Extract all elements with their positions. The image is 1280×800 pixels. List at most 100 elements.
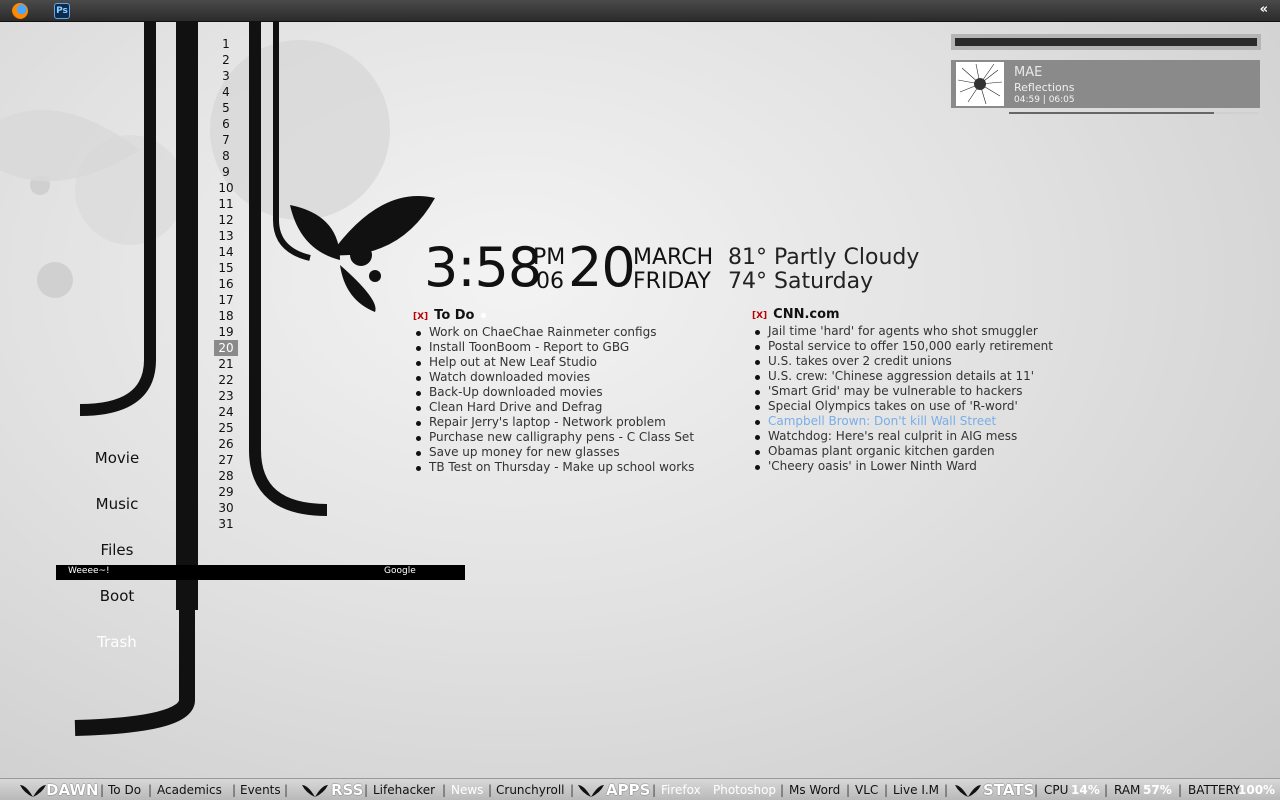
dawn-label[interactable]: DAWN [46,779,99,800]
separator: | [944,783,949,797]
calendar-day[interactable]: 27 [214,452,238,468]
todo-item[interactable]: Work on ChaeChae Rainmeter configs [413,325,694,340]
calendar-day[interactable]: 19 [214,324,238,340]
music-progress-bar[interactable] [1009,112,1259,114]
bottom-link-todo[interactable]: To Do [108,779,141,800]
calendar-day[interactable]: 12 [214,212,238,228]
separator: | [284,783,289,797]
launcher-files[interactable]: Files [80,541,154,559]
bottom-link-vlc[interactable]: VLC [855,779,878,800]
calendar-day[interactable]: 4 [214,84,238,100]
bottom-link-firefox[interactable]: Firefox [661,779,701,800]
calendar-day[interactable]: 15 [214,260,238,276]
news-widget: [X] CNN.com Jail time 'hard' for agents w… [752,306,1053,474]
photoshop-icon[interactable]: Ps [54,3,70,19]
calendar-day[interactable]: 25 [214,420,238,436]
calendar-day[interactable]: 11 [214,196,238,212]
music-volume-bar[interactable] [951,34,1261,50]
weather-tomorrow: 74° Saturday [728,270,873,294]
album-art [956,62,1004,106]
news-item[interactable]: 'Smart Grid' may be vulnerable to hacker… [752,384,1053,399]
ram-value: 57% [1143,783,1172,797]
news-list: Jail time 'hard' for agents who shot smu… [752,324,1053,474]
news-item[interactable]: Watchdog: Here's real culprit in AIG mes… [752,429,1053,444]
calendar-day[interactable]: 9 [214,164,238,180]
weather-tomorrow-temp: 74° [728,269,767,294]
apps-label[interactable]: APPS [606,779,650,800]
clock-time: 3:58 [424,236,542,299]
calendar-day[interactable]: 16 [214,276,238,292]
todo-item[interactable]: Watch downloaded movies [413,370,694,385]
launcher-trash[interactable]: Trash [80,633,154,651]
todo-item[interactable]: Back-Up downloaded movies [413,385,694,400]
battery-label: BATTERY [1188,783,1241,797]
separator: | [884,783,889,797]
calendar-day[interactable]: 29 [214,484,238,500]
bottom-link-lifehacker[interactable]: Lifehacker [373,779,435,800]
news-item[interactable]: 'Cheery oasis' in Lower Ninth Ward [752,459,1053,474]
stats-label[interactable]: STATS [983,779,1034,800]
calendar-day[interactable]: 10 [214,180,238,196]
calendar-day[interactable]: 1 [214,36,238,52]
bottom-link-news[interactable]: News [451,779,483,800]
bottom-link-msword[interactable]: Ms Word [789,779,840,800]
bottom-link-academics[interactable]: Academics [157,779,222,800]
news-item[interactable]: Jail time 'hard' for agents who shot smu… [752,324,1053,339]
rss-label[interactable]: RSS [331,779,363,800]
news-item[interactable]: Campbell Brown: Don't kill Wall Street [752,414,1053,429]
calendar-day[interactable]: 17 [214,292,238,308]
separator: | [570,783,575,797]
collapse-icon[interactable]: « [1260,2,1268,17]
calendar-day[interactable]: 18 [214,308,238,324]
bottom-link-events[interactable]: Events [240,779,281,800]
search-engine-label[interactable]: Google [384,566,416,576]
calendar-day[interactable]: 8 [214,148,238,164]
todo-item[interactable]: Save up money for new glasses [413,445,694,460]
search-input[interactable]: Weeee~! [68,566,110,576]
launcher-music[interactable]: Music [80,495,154,513]
battery-value: 100% [1238,783,1276,797]
firefox-icon[interactable] [12,3,28,19]
todo-item[interactable]: Install ToonBoom - Report to GBG [413,340,694,355]
calendar-day[interactable]: 30 [214,500,238,516]
todo-close-button[interactable]: [X] [413,312,428,322]
calendar-day[interactable]: 22 [214,372,238,388]
wing-icon [302,785,328,797]
todo-item[interactable]: Repair Jerry's laptop - Network problem [413,415,694,430]
launcher-boot[interactable]: Boot [80,587,154,605]
calendar-day[interactable]: 3 [214,68,238,84]
launcher-movie[interactable]: Movie [80,449,154,467]
wing-icon [20,785,46,797]
calendar-day[interactable]: 23 [214,388,238,404]
calendar-day[interactable]: 21 [214,356,238,372]
news-item[interactable]: Postal service to offer 150,000 early re… [752,339,1053,354]
calendar-day[interactable]: 31 [214,516,238,532]
news-item[interactable]: Special Olympics takes on use of 'R-word… [752,399,1053,414]
todo-item[interactable]: Help out at New Leaf Studio [413,355,694,370]
bottom-link-crunchyroll[interactable]: Crunchyroll [496,779,565,800]
news-item[interactable]: U.S. crew: 'Chinese aggression details a… [752,369,1053,384]
calendar-day[interactable]: 24 [214,404,238,420]
calendar-day[interactable]: 6 [214,116,238,132]
separator: | [442,783,447,797]
search-bar[interactable]: Weeee~! Google [56,565,465,580]
calendar-day-today[interactable]: 20 [214,340,238,356]
calendar-day[interactable]: 14 [214,244,238,260]
todo-item[interactable]: TB Test on Thursday - Make up school wor… [413,460,694,475]
news-item[interactable]: U.S. takes over 2 credit unions [752,354,1053,369]
news-item[interactable]: Obamas plant organic kitchen garden [752,444,1053,459]
bottom-link-photoshop[interactable]: Photoshop [713,779,776,800]
music-progress-fill [1009,112,1214,114]
calendar-day[interactable]: 26 [214,436,238,452]
todo-item[interactable]: Purchase new calligraphy pens - C Class … [413,430,694,445]
todo-item[interactable]: Clean Hard Drive and Defrag [413,400,694,415]
calendar-day[interactable]: 5 [214,100,238,116]
calendar-day[interactable]: 2 [214,52,238,68]
weather-today-condition: Partly Cloudy [774,245,920,270]
calendar-day[interactable]: 13 [214,228,238,244]
news-title[interactable]: CNN.com [773,307,839,322]
bottom-link-liveim[interactable]: Live I.M [893,779,939,800]
calendar-day[interactable]: 28 [214,468,238,484]
news-close-button[interactable]: [X] [752,311,767,321]
calendar-day[interactable]: 7 [214,132,238,148]
